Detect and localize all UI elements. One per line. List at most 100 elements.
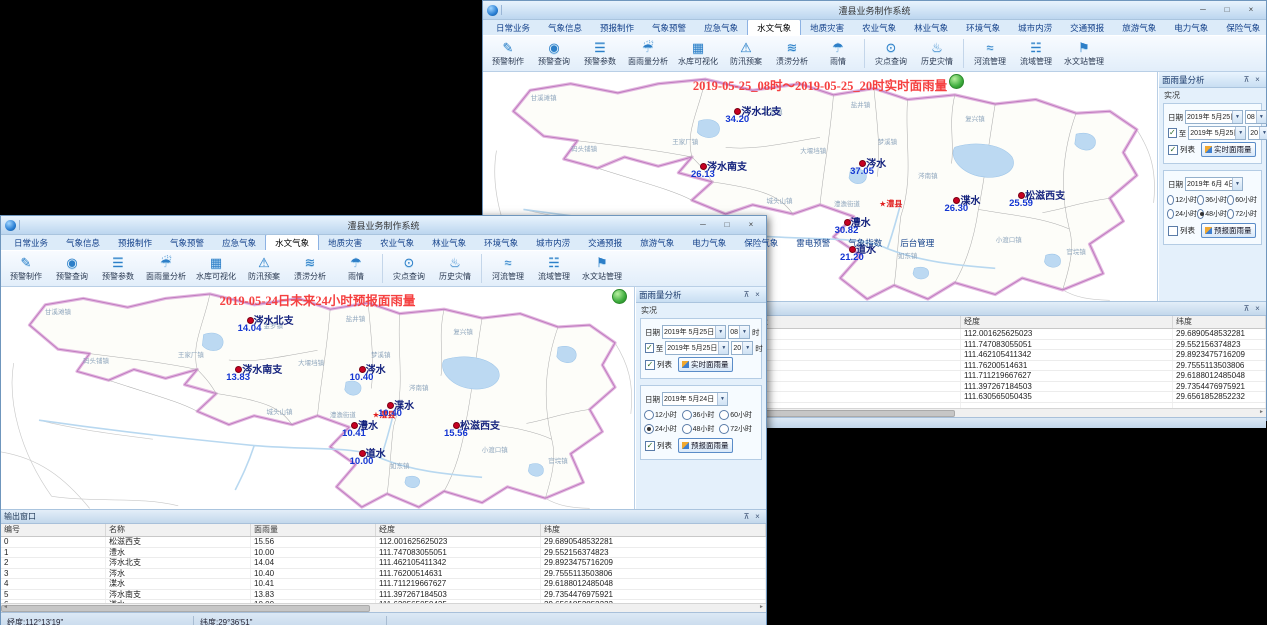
forecast-date-select[interactable]: 2019年 6月 4日▼ — [1185, 177, 1243, 191]
toolbar-button-area-rainfall[interactable]: ☔面雨量分析 — [141, 252, 191, 285]
live-rainfall-button[interactable]: 实时面雨量 — [678, 357, 733, 372]
radio-icon[interactable] — [682, 424, 692, 434]
toolbar-button-basin-mgmt[interactable]: ☵流域管理 — [531, 252, 577, 285]
toolbar-button-disaster-history[interactable]: ♨历史灾情 — [914, 37, 960, 70]
live-hour-from-select[interactable]: 08▼ — [1245, 110, 1267, 124]
forecast-rainfall-button[interactable]: 预报面雨量 — [678, 438, 733, 453]
tab-预报制作[interactable]: 预报制作 — [591, 20, 643, 35]
map-refresh-button[interactable] — [612, 289, 627, 304]
tab-城市内涝[interactable]: 城市内涝 — [527, 235, 579, 250]
live-date-to-select[interactable]: 2019年 5月25日▼ — [1188, 126, 1246, 140]
radio-icon[interactable] — [682, 410, 692, 420]
close-icon[interactable]: × — [752, 511, 763, 522]
toolbar-button-rain-info[interactable]: ☂雨情 — [815, 37, 861, 70]
live-hour-to-select[interactable]: 20▼ — [1248, 126, 1267, 140]
duration-option[interactable]: 12小时 — [1167, 195, 1197, 205]
maximize-button[interactable]: □ — [1216, 3, 1238, 17]
live-date-from-select[interactable]: 2019年 5月25日▼ — [662, 325, 726, 339]
forecast-rainfall-button[interactable]: 预报面雨量 — [1201, 223, 1256, 238]
pin-icon[interactable]: ⊼ — [741, 511, 752, 522]
tab-日常业务[interactable]: 日常业务 — [487, 20, 539, 35]
live-rainfall-button[interactable]: 实时面雨量 — [1201, 142, 1256, 157]
duration-option[interactable]: 36小时 — [682, 410, 720, 420]
toolbar-button-alert-edit[interactable]: ✎预警制作 — [485, 37, 531, 70]
pin-icon[interactable]: ⊼ — [1241, 303, 1252, 314]
tab-预报制作[interactable]: 预报制作 — [109, 235, 161, 250]
tab-气象信息[interactable]: 气象信息 — [539, 20, 591, 35]
tab-气象预警[interactable]: 气象预警 — [161, 235, 213, 250]
tab-农业气象[interactable]: 农业气象 — [371, 235, 423, 250]
tab-电力气象[interactable]: 电力气象 — [1165, 20, 1217, 35]
tab-气象信息[interactable]: 气象信息 — [57, 235, 109, 250]
radio-icon[interactable] — [1167, 195, 1174, 205]
tab-水文气象[interactable]: 水文气象 — [265, 234, 319, 250]
toolbar-button-alert-search[interactable]: ◉预警查询 — [531, 37, 577, 70]
scroll-left-icon[interactable]: ◄ — [1, 604, 10, 611]
toolbar-button-river-mgmt[interactable]: ≈河流管理 — [967, 37, 1013, 70]
toolbar-button-reservoir[interactable]: ▦水库可视化 — [673, 37, 723, 70]
tab-地质灾害[interactable]: 地质灾害 — [319, 235, 371, 250]
duration-option[interactable]: 60小时 — [719, 410, 757, 420]
tab-交通预报[interactable]: 交通预报 — [1061, 20, 1113, 35]
to-checkbox[interactable]: ✓ — [1168, 128, 1177, 138]
toolbar-button-alert-edit[interactable]: ✎预警制作 — [3, 252, 49, 285]
map-refresh-button[interactable] — [949, 74, 964, 89]
toolbar-button-hydro-station[interactable]: ⚑水文站管理 — [1059, 37, 1109, 70]
duration-option[interactable]: 60小时 — [1227, 195, 1257, 205]
toolbar-button-waterlogging[interactable]: ≋渍涝分析 — [287, 252, 333, 285]
app-window-front[interactable]: 澧县业务制作系统─□×日常业务气象信息预报制作气象预警应急气象水文气象地质灾害农… — [0, 215, 767, 625]
scroll-right-icon[interactable]: ► — [757, 604, 766, 611]
table-row[interactable]: 0松滋西支15.56112.00162562502329.68905485322… — [1, 537, 766, 548]
pin-icon[interactable]: ⊼ — [1241, 74, 1252, 85]
table-row[interactable]: 3涔水10.40111.7620051463129.7555113503806 — [1, 569, 766, 580]
duration-option[interactable]: 48小时 — [682, 424, 720, 434]
close-icon[interactable]: × — [1252, 74, 1263, 85]
forecast-list-checkbox[interactable] — [1168, 226, 1178, 236]
radio-icon[interactable] — [1197, 209, 1204, 219]
duration-option[interactable]: 12小时 — [644, 410, 682, 420]
radio-icon[interactable] — [644, 410, 654, 420]
map-area[interactable]: 甘溪滩镇码头铺镇王家厂镇金罗镇盐井镇复兴镇梦溪镇大堰垱镇涔南镇城头山镇澧澹街道小… — [1, 287, 635, 509]
toolbar-button-flood-plan[interactable]: ⚠防汛预案 — [723, 37, 769, 70]
maximize-button[interactable]: □ — [716, 218, 738, 232]
toolbar-button-basin-mgmt[interactable]: ☵流域管理 — [1013, 37, 1059, 70]
minimize-button[interactable]: ─ — [1192, 3, 1214, 17]
tab-雷电预警[interactable]: 雷电预警 — [787, 235, 839, 250]
table-row[interactable]: 1澧水10.00111.74708305505129.552156374823 — [1, 548, 766, 559]
toolbar-button-alert-params[interactable]: ☰预警参数 — [577, 37, 623, 70]
tab-林业气象[interactable]: 林业气象 — [905, 20, 957, 35]
tab-环境气象[interactable]: 环境气象 — [957, 20, 1009, 35]
table-row[interactable]: 5涔水南支13.83111.39726718450329.73544769759… — [1, 590, 766, 601]
forecast-date-select[interactable]: 2019年 5月24日▼ — [662, 392, 728, 406]
live-list-checkbox[interactable]: ✓ — [645, 360, 655, 370]
close-icon[interactable]: × — [1252, 303, 1263, 314]
toolbar-button-disaster-point[interactable]: ⊙灾点查询 — [868, 37, 914, 70]
duration-option[interactable]: 24小时 — [644, 424, 682, 434]
tab-保险气象[interactable]: 保险气象 — [735, 235, 787, 250]
duration-option[interactable]: 72小时 — [1227, 209, 1257, 219]
tab-林业气象[interactable]: 林业气象 — [423, 235, 475, 250]
toolbar-button-flood-plan[interactable]: ⚠防汛预案 — [241, 252, 287, 285]
scroll-right-icon[interactable]: ► — [1257, 409, 1266, 416]
close-button[interactable]: × — [740, 218, 762, 232]
tab-旅游气象[interactable]: 旅游气象 — [1113, 20, 1165, 35]
radio-icon[interactable] — [1227, 195, 1234, 205]
radio-icon[interactable] — [1227, 209, 1234, 219]
tab-水文气象[interactable]: 水文气象 — [747, 19, 801, 35]
toolbar-button-reservoir[interactable]: ▦水库可视化 — [191, 252, 241, 285]
toolbar-button-disaster-history[interactable]: ♨历史灾情 — [432, 252, 478, 285]
scrollbar-thumb[interactable] — [1, 605, 370, 612]
live-date-to-select[interactable]: 2019年 5月25日▼ — [665, 341, 729, 355]
tab-电力气象[interactable]: 电力气象 — [683, 235, 735, 250]
live-date-from-select[interactable]: 2019年 5月25日▼ — [1185, 110, 1243, 124]
tab-应急气象[interactable]: 应急气象 — [213, 235, 265, 250]
table-row[interactable]: 4渫水10.41111.71121966762729.6188012485048 — [1, 579, 766, 590]
radio-icon[interactable] — [644, 424, 654, 434]
to-checkbox[interactable]: ✓ — [645, 343, 654, 353]
duration-option[interactable]: 72小时 — [719, 424, 757, 434]
duration-option[interactable]: 36小时 — [1197, 195, 1227, 205]
live-hour-from-select[interactable]: 08▼ — [728, 325, 750, 339]
tab-气象指数[interactable]: 气象指数 — [839, 235, 891, 250]
toolbar-button-alert-params[interactable]: ☰预警参数 — [95, 252, 141, 285]
tab-后台管理[interactable]: 后台管理 — [891, 235, 943, 250]
